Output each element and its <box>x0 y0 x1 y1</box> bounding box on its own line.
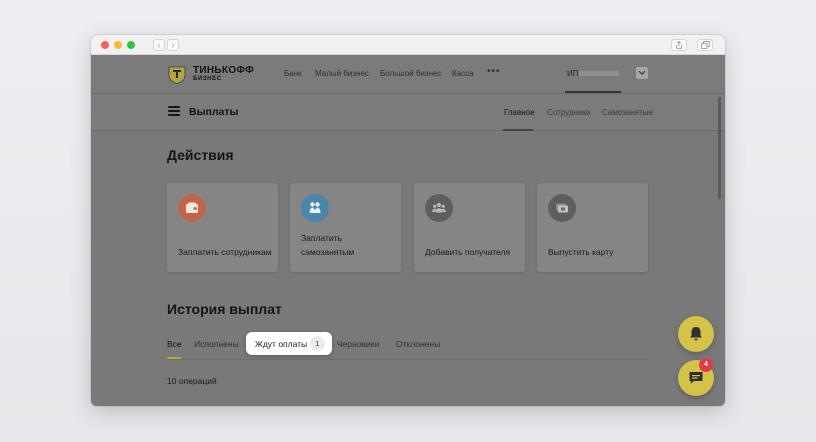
action-card-pay-employees[interactable]: Заплатить сотрудникам <box>167 183 278 272</box>
tab-self-employed[interactable]: Самозанятые <box>602 108 653 117</box>
notifications-button[interactable] <box>678 316 714 352</box>
nav-link-small-business[interactable]: Малый бизнес <box>315 69 369 78</box>
people-icon <box>425 194 453 222</box>
history-tabs-divider <box>167 359 649 360</box>
history-tab-label: Ждут оплаты <box>255 339 308 349</box>
logo-title: ТИНЬКОФФ <box>193 65 254 76</box>
forward-arrow-icon[interactable]: › <box>167 39 179 51</box>
tab-main[interactable]: Главное <box>504 108 535 117</box>
active-tab-indicator <box>503 129 533 131</box>
card-icon <box>548 194 576 222</box>
org-name-redacted <box>579 71 619 76</box>
action-card-label: Заплатить самозанятым <box>301 233 355 257</box>
nav-link-bank[interactable]: Банк <box>284 69 302 78</box>
count-badge: 1 <box>310 336 325 351</box>
history-tab-rejected[interactable]: Отклонены <box>396 339 440 349</box>
action-card-issue-card[interactable]: Выпустить карту <box>537 183 648 272</box>
share-icon[interactable] <box>671 39 687 51</box>
chat-icon <box>689 372 703 384</box>
org-name[interactable]: ИП <box>567 69 579 78</box>
history-tab-all[interactable]: Все <box>167 339 182 349</box>
menu-icon[interactable] <box>168 106 180 116</box>
more-menu-icon[interactable]: ••• <box>487 66 501 77</box>
minimize-window-button[interactable] <box>114 41 122 49</box>
back-arrow-icon[interactable]: ‹ <box>153 39 165 51</box>
maximize-window-button[interactable] <box>127 41 135 49</box>
browser-titlebar: ‹ › <box>91 35 725 55</box>
page-title: Выплаты <box>189 106 239 118</box>
nav-link-big-business[interactable]: Большой бизнес <box>380 69 442 78</box>
actions-heading: Действия <box>167 147 234 163</box>
history-tab-completed[interactable]: Исполнены <box>194 339 239 349</box>
page-content: ТИНЬКОФФ БИЗНЕС Банк Малый бизнес Большо… <box>91 55 725 406</box>
tabs-icon[interactable] <box>697 39 713 51</box>
action-card-label: Заплатить сотрудникам <box>178 247 272 257</box>
chat-unread-badge: 4 <box>699 358 713 372</box>
history-tab-drafts[interactable]: Черновики <box>337 339 379 349</box>
action-card-pay-self-employed[interactable]: Заплатить самозанятым <box>290 183 401 272</box>
scrollbar[interactable] <box>718 97 721 199</box>
close-window-button[interactable] <box>101 41 109 49</box>
history-tab-awaiting-payment[interactable]: Ждут оплаты 1 <box>246 332 332 355</box>
bell-icon <box>690 327 702 341</box>
browser-window: ‹ › ТИНЬКОФФ БИЗНЕС Банк Малый бизнес Бо… <box>91 35 725 406</box>
history-heading: История выплат <box>167 301 282 317</box>
chevron-down-icon[interactable] <box>636 67 648 79</box>
tinkoff-logo-icon[interactable] <box>167 64 187 84</box>
action-card-add-recipient[interactable]: Добавить получателя <box>414 183 525 272</box>
top-header: ТИНЬКОФФ БИЗНЕС Банк Малый бизнес Большо… <box>91 55 725 93</box>
logo-subtitle: БИЗНЕС <box>193 76 222 82</box>
action-card-label: Добавить получателя <box>425 247 511 257</box>
action-card-label: Выпустить карту <box>548 247 614 257</box>
tab-employees[interactable]: Сотрудники <box>547 108 590 117</box>
operations-count: 10 операций <box>167 376 217 386</box>
nav-link-kassa[interactable]: Касса <box>452 69 474 78</box>
wallet-icon <box>178 194 206 222</box>
section-header: Выплаты Главное Сотрудники Самозанятые <box>91 93 725 131</box>
handshake-icon <box>301 194 329 222</box>
